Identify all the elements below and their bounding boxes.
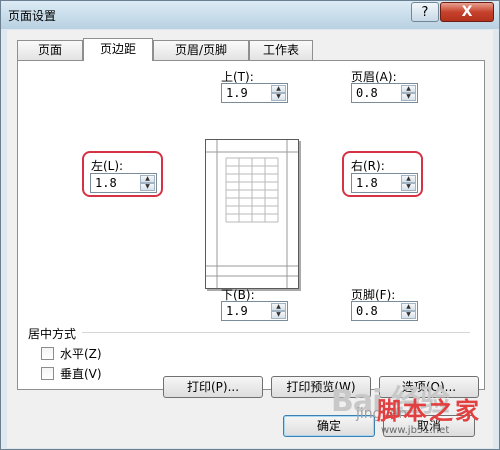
spin-down-icon[interactable]: ▼ [401, 93, 416, 101]
left-margin-label: 左(L): [91, 159, 124, 173]
spin-down-icon[interactable]: ▼ [271, 93, 286, 101]
center-section-divider [82, 332, 470, 333]
left-margin-spinner[interactable]: ▲▼ [90, 173, 157, 193]
right-margin-input[interactable] [352, 174, 402, 192]
site-watermark-url: www.jb51.net [381, 425, 450, 436]
top-margin-spinner[interactable]: ▲▼ [221, 83, 288, 103]
center-vertically-label: 垂直(V) [60, 367, 102, 381]
page-preview-graphic [206, 140, 298, 288]
print-button[interactable]: 打印(P)... [163, 376, 263, 398]
top-margin-input[interactable] [222, 84, 272, 102]
spin-up-icon[interactable]: ▲ [271, 303, 286, 311]
bottom-margin-input[interactable] [222, 302, 272, 320]
right-margin-label: 右(R): [351, 159, 385, 173]
left-margin-input[interactable] [91, 174, 141, 192]
spin-up-icon[interactable]: ▲ [271, 85, 286, 93]
footer-margin-input[interactable] [352, 302, 402, 320]
right-margin-spinner[interactable]: ▲▼ [351, 173, 418, 193]
spin-down-icon[interactable]: ▼ [401, 183, 416, 191]
spin-up-icon[interactable]: ▲ [401, 303, 416, 311]
tab-header-footer[interactable]: 页眉/页脚 [153, 40, 249, 60]
header-margin-spinner[interactable]: ▲▼ [351, 83, 418, 103]
footer-margin-spinner[interactable]: ▲▼ [351, 301, 418, 321]
spin-up-icon[interactable]: ▲ [140, 175, 155, 183]
spin-up-icon[interactable]: ▲ [401, 175, 416, 183]
window-title: 页面设置 [8, 9, 57, 23]
spin-down-icon[interactable]: ▼ [140, 183, 155, 191]
help-button[interactable]: ? [411, 2, 439, 22]
center-vertically-checkbox[interactable] [41, 367, 54, 380]
center-horizontally-checkbox[interactable] [41, 347, 54, 360]
center-section-title: 居中方式 [28, 327, 77, 341]
tab-sheet[interactable]: 工作表 [249, 40, 313, 60]
page-setup-dialog: 页面设置 ? X 页面 页边距 页眉/页脚 工作表 上(T): ▲▼ 页眉(A)… [0, 0, 500, 450]
spin-down-icon[interactable]: ▼ [401, 311, 416, 319]
bottom-margin-spinner[interactable]: ▲▼ [221, 301, 288, 321]
tab-page[interactable]: 页面 [17, 40, 83, 60]
header-margin-input[interactable] [352, 84, 402, 102]
center-horizontally-label: 水平(Z) [60, 347, 102, 361]
spin-down-icon[interactable]: ▼ [271, 311, 286, 319]
page-preview [205, 139, 299, 289]
margins-panel: 上(T): ▲▼ 页眉(A): ▲▼ 左(L): ▲▼ [17, 60, 485, 390]
site-watermark-logo: 脚本之家 [377, 396, 481, 425]
spin-up-icon[interactable]: ▲ [401, 85, 416, 93]
close-button[interactable]: X [440, 2, 494, 22]
title-bar[interactable]: 页面设置 ? X [1, 1, 499, 29]
tab-margins[interactable]: 页边距 [83, 38, 153, 61]
